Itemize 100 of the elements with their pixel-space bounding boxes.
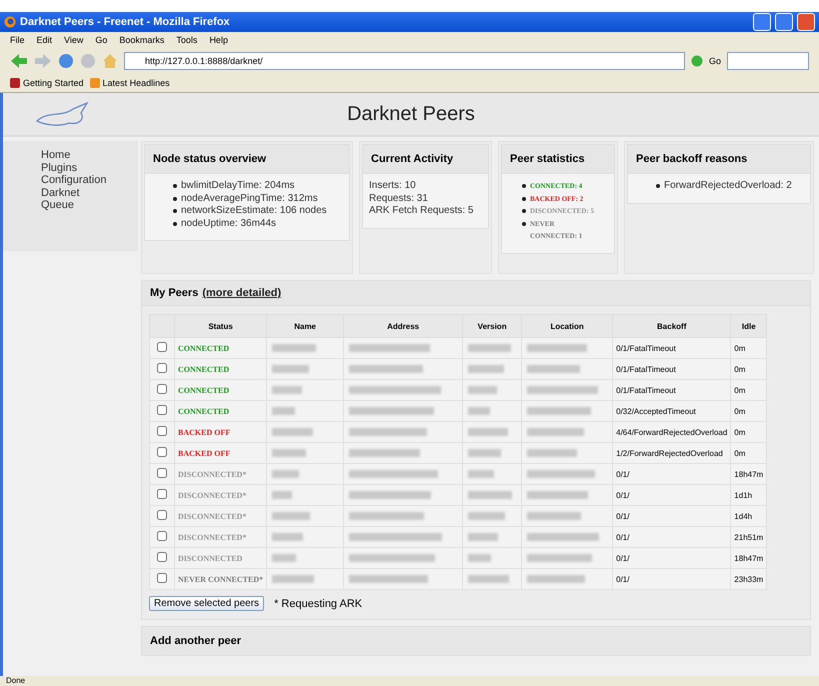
peer-status: DISCONNECTED: [178, 554, 242, 562]
sidebar-link[interactable]: Configuration: [41, 174, 138, 186]
column-header[interactable]: Version: [462, 314, 522, 338]
bullet-icon: [173, 209, 177, 213]
table-cell: 0m: [730, 422, 767, 442]
peer-status: BACKED OFF: [178, 448, 230, 458]
table-cell: 18h47m: [730, 464, 767, 484]
table-cell: 0/1/: [612, 506, 731, 526]
table-cell: 4/64/ForwardRejectedOverload: [612, 422, 731, 442]
peer-status: DISCONNECTED*: [178, 470, 246, 478]
table-cell: 0/1/: [612, 568, 731, 590]
row-checkbox[interactable]: [157, 384, 167, 394]
remove-peers-button[interactable]: Remove selected peers: [149, 596, 264, 611]
firefox-icon: [4, 16, 16, 28]
sidebar-link[interactable]: Darknet: [41, 186, 138, 199]
row-checkbox[interactable]: [157, 447, 167, 457]
table-cell: 0/1/FatalTimeout: [612, 358, 731, 380]
row-checkbox[interactable]: [157, 426, 167, 436]
maximize-button[interactable]: [775, 13, 793, 31]
status-item: networkSizeEstimate: 106 nodes: [181, 205, 327, 218]
sidebar-link[interactable]: Queue: [41, 199, 138, 212]
menu-item[interactable]: Help: [209, 35, 228, 45]
bullet-icon: [173, 196, 177, 200]
menu-item[interactable]: Tools: [176, 35, 198, 45]
table-cell: 0m: [730, 358, 767, 380]
footnote: * Requesting ARK: [274, 598, 362, 610]
column-header[interactable]: Idle: [730, 314, 767, 338]
table-cell: 0/1/FatalTimeout: [612, 338, 731, 358]
row-checkbox[interactable]: [157, 363, 167, 373]
bookmark-link[interactable]: Getting Started: [23, 78, 84, 88]
table-cell: 0/32/AcceptedTimeout: [612, 400, 731, 422]
bullet-icon: [173, 184, 177, 188]
peer-status: DISCONNECTED*: [178, 512, 246, 520]
row-checkbox[interactable]: [157, 468, 167, 478]
table-cell: 0m: [730, 442, 767, 464]
menu-item[interactable]: View: [64, 35, 84, 45]
table-cell: 0/1/FatalTimeout: [612, 380, 731, 400]
bookmark-link[interactable]: Latest Headlines: [102, 78, 170, 88]
add-peer-header: Add another peer: [141, 626, 811, 656]
panel-title: Current Activity: [363, 145, 488, 174]
page-title: Darknet Peers: [346, 102, 476, 126]
go-label[interactable]: Go: [708, 56, 721, 66]
more-detailed-link[interactable]: (more detailed): [202, 287, 282, 299]
table-cell: 0/1/: [612, 548, 731, 568]
bullet-icon: [522, 222, 526, 226]
sidebar-link[interactable]: Plugins: [41, 162, 138, 174]
menu-item[interactable]: File: [10, 35, 25, 45]
peer-status: DISCONNECTED*: [178, 490, 246, 500]
activity-line: Inserts: 10: [369, 180, 417, 192]
menu-item[interactable]: Bookmarks: [119, 35, 164, 45]
column-header[interactable]: Status: [174, 314, 267, 338]
column-header[interactable]: Backoff: [612, 314, 731, 338]
table-cell: 0/1/: [612, 526, 731, 548]
row-checkbox[interactable]: [157, 531, 167, 541]
panel-title: Peer statistics: [502, 145, 614, 174]
status-item: nodeUptime: 36m44s: [181, 218, 276, 230]
status-item: nodeAveragePingTime: 312ms: [181, 192, 318, 205]
backoff-reason: ForwardRejectedOverload: 2: [664, 180, 792, 192]
window-title: Darknet Peers - Freenet - Mozilla Firefox: [20, 16, 231, 28]
peer-status: CONNECTED: [178, 364, 230, 374]
search-field[interactable]: [727, 52, 809, 70]
bullet-icon: [522, 184, 526, 188]
peer-status: CONNECTED: [178, 406, 230, 416]
sidebar-link[interactable]: Home: [41, 149, 138, 162]
row-checkbox[interactable]: [157, 510, 167, 520]
status-item: bwlimitDelayTime: 204ms: [181, 180, 295, 192]
row-checkbox[interactable]: [157, 552, 167, 562]
bullet-icon: [656, 184, 660, 188]
column-header[interactable]: Address: [344, 314, 463, 338]
column-header[interactable]: Location: [522, 314, 613, 338]
activity-line: Requests: 31: [369, 192, 429, 205]
minimize-button[interactable]: [753, 13, 771, 31]
peer-status: CONNECTED: [178, 386, 230, 394]
table-cell: 1d4h: [730, 506, 767, 526]
table-cell: 0/1/: [612, 484, 731, 506]
bookmark-icon: [10, 78, 20, 88]
feed-icon: [90, 78, 100, 88]
column-header[interactable]: Name: [266, 314, 344, 338]
row-checkbox[interactable]: [157, 342, 167, 352]
bullet-icon: [173, 222, 177, 226]
row-checkbox[interactable]: [157, 573, 167, 583]
table-cell: 1/2/ForwardRejectedOverload: [612, 442, 731, 464]
table-cell: 18h47m: [730, 548, 767, 568]
panel-title: My Peers: [150, 287, 198, 299]
table-cell: 0m: [730, 400, 767, 422]
table-cell: 0/1/: [612, 464, 731, 484]
menu-item[interactable]: Edit: [36, 35, 52, 45]
table-cell: 21h51m: [730, 526, 767, 548]
table-cell: 23h33m: [730, 568, 767, 590]
panel-title: Peer backoff reasons: [628, 145, 810, 174]
menu-item[interactable]: Go: [95, 35, 108, 45]
row-checkbox[interactable]: [157, 405, 167, 415]
activity-line: ARK Fetch Requests: 5: [369, 205, 474, 218]
peer-status: CONNECTED: [178, 344, 230, 352]
peer-status: DISCONNECTED*: [178, 532, 246, 542]
table-cell: 1d1h: [730, 484, 767, 506]
address-field[interactable]: http://127.0.0.1:8888/darknet/: [124, 52, 685, 70]
close-button[interactable]: [797, 13, 815, 31]
row-checkbox[interactable]: [157, 489, 167, 499]
table-cell: 0m: [730, 338, 767, 358]
